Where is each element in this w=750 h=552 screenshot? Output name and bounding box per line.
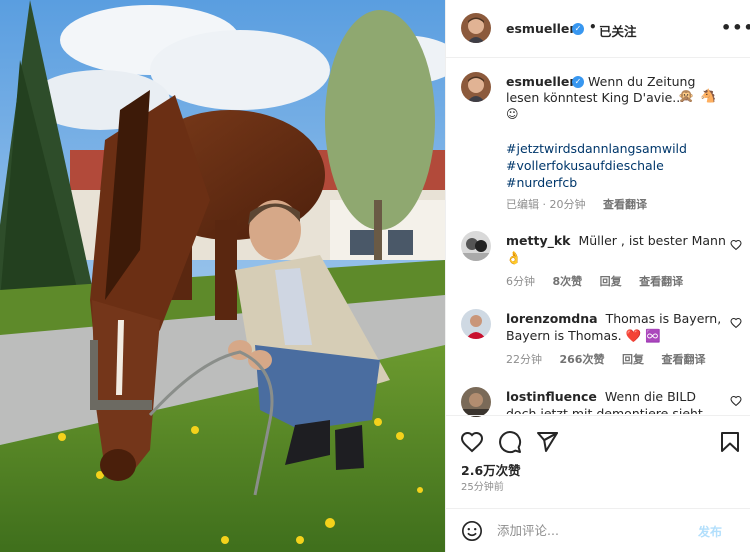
heart-icon[interactable] <box>730 317 742 329</box>
hashtag-link[interactable]: #vollerfokusaufdieschale <box>506 158 664 173</box>
comment-likes[interactable]: 266次赞 <box>560 353 605 366</box>
verified-icon: ✓ <box>572 76 584 88</box>
reply-button[interactable]: 回复 <box>600 275 622 288</box>
comment-text-block: metty_kk Müller , ist bester Mann 👌 <box>506 232 726 266</box>
comment-meta: 6分钟 8次赞 回复 查看翻译 <box>506 273 697 289</box>
post-photo[interactable] <box>0 0 445 552</box>
post-header: esmuellert ✓ • 已关注 ••• <box>446 0 750 58</box>
caption-time: 20分钟 <box>549 198 586 211</box>
comment-text-block: lostinfluence Wenn die BILD doch jetzt m… <box>506 388 726 414</box>
commenter-username[interactable]: metty_kk <box>506 233 570 248</box>
commenter-username[interactable]: lorenzomdna <box>506 311 598 326</box>
caption-username[interactable]: esmuellert <box>506 74 582 89</box>
post-comment-button[interactable]: 发布 <box>698 523 722 540</box>
post-timestamp: 25分钟前 <box>461 482 504 493</box>
comment-icon[interactable] <box>498 430 522 454</box>
comment-likes[interactable]: 8次赞 <box>553 275 583 288</box>
bookmark-icon[interactable] <box>718 430 742 454</box>
caption-meta: 已编辑 · 20分钟 查看翻译 <box>506 196 647 212</box>
edited-label: 已编辑 <box>506 198 539 211</box>
hashtag-link[interactable]: #nurderfcb <box>506 175 577 190</box>
see-translation-link[interactable]: 查看翻译 <box>603 198 647 211</box>
author-username[interactable]: esmuellert <box>506 21 582 36</box>
likes-count[interactable]: 2.6万次赞 <box>461 460 521 479</box>
commenter-username[interactable]: lostinfluence <box>506 389 597 404</box>
hashtag-link[interactable]: #jetztwirdsdannlangsamwild <box>506 141 687 156</box>
action-bar: 2.6万次赞 25分钟前 <box>446 415 750 495</box>
smile-emoji-icon: ☺ <box>506 107 519 121</box>
meta-separator: · <box>542 198 550 211</box>
commenter-avatar[interactable] <box>461 231 491 261</box>
comment-time: 22分钟 <box>506 353 542 366</box>
share-icon[interactable] <box>535 430 559 454</box>
horse-emoji-icon: 🐴 <box>700 89 717 104</box>
comment-time: 6分钟 <box>506 275 535 288</box>
monkey-emoji-icon: 🙊 <box>678 89 695 104</box>
caption-avatar[interactable] <box>461 72 491 102</box>
caption-text-line2: lesen könntest King D'avie... <box>506 90 685 105</box>
post-panel: esmuellert ✓ • 已关注 ••• esmuellert ✓ Wenn… <box>445 0 750 552</box>
commenter-avatar[interactable] <box>461 309 491 339</box>
verified-icon: ✓ <box>572 23 584 35</box>
separator-dot: • <box>589 20 597 34</box>
heart-icon[interactable] <box>460 430 484 454</box>
see-translation-link[interactable]: 查看翻译 <box>639 275 683 288</box>
more-icon[interactable]: ••• <box>721 18 750 37</box>
heart-icon[interactable] <box>730 395 742 407</box>
comment-meta: 22分钟 266次赞 回复 查看翻译 <box>506 351 719 367</box>
see-translation-link[interactable]: 查看翻译 <box>661 353 705 366</box>
comment-text: Müller , ist bester Mann <box>578 233 726 248</box>
comment-text-block: lorenzomdna Thomas is Bayern, Bayern is … <box>506 310 726 344</box>
following-button[interactable]: 已关注 <box>599 21 637 40</box>
photo-illustration <box>0 0 445 552</box>
commenter-avatar[interactable] <box>461 387 491 417</box>
heart-icon[interactable] <box>730 239 742 251</box>
emoji-icon[interactable] <box>461 520 483 542</box>
comment-input[interactable] <box>497 523 687 538</box>
caption-text-line1: Wenn du Zeitung <box>588 74 696 89</box>
add-comment-bar: 发布 <box>446 508 750 552</box>
reply-button[interactable]: 回复 <box>622 353 644 366</box>
ok-hand-emoji-icon: 👌 <box>506 250 522 265</box>
author-avatar[interactable] <box>461 13 491 43</box>
heart-infinity-emoji-icon: ❤️ ♾️ <box>625 328 661 343</box>
